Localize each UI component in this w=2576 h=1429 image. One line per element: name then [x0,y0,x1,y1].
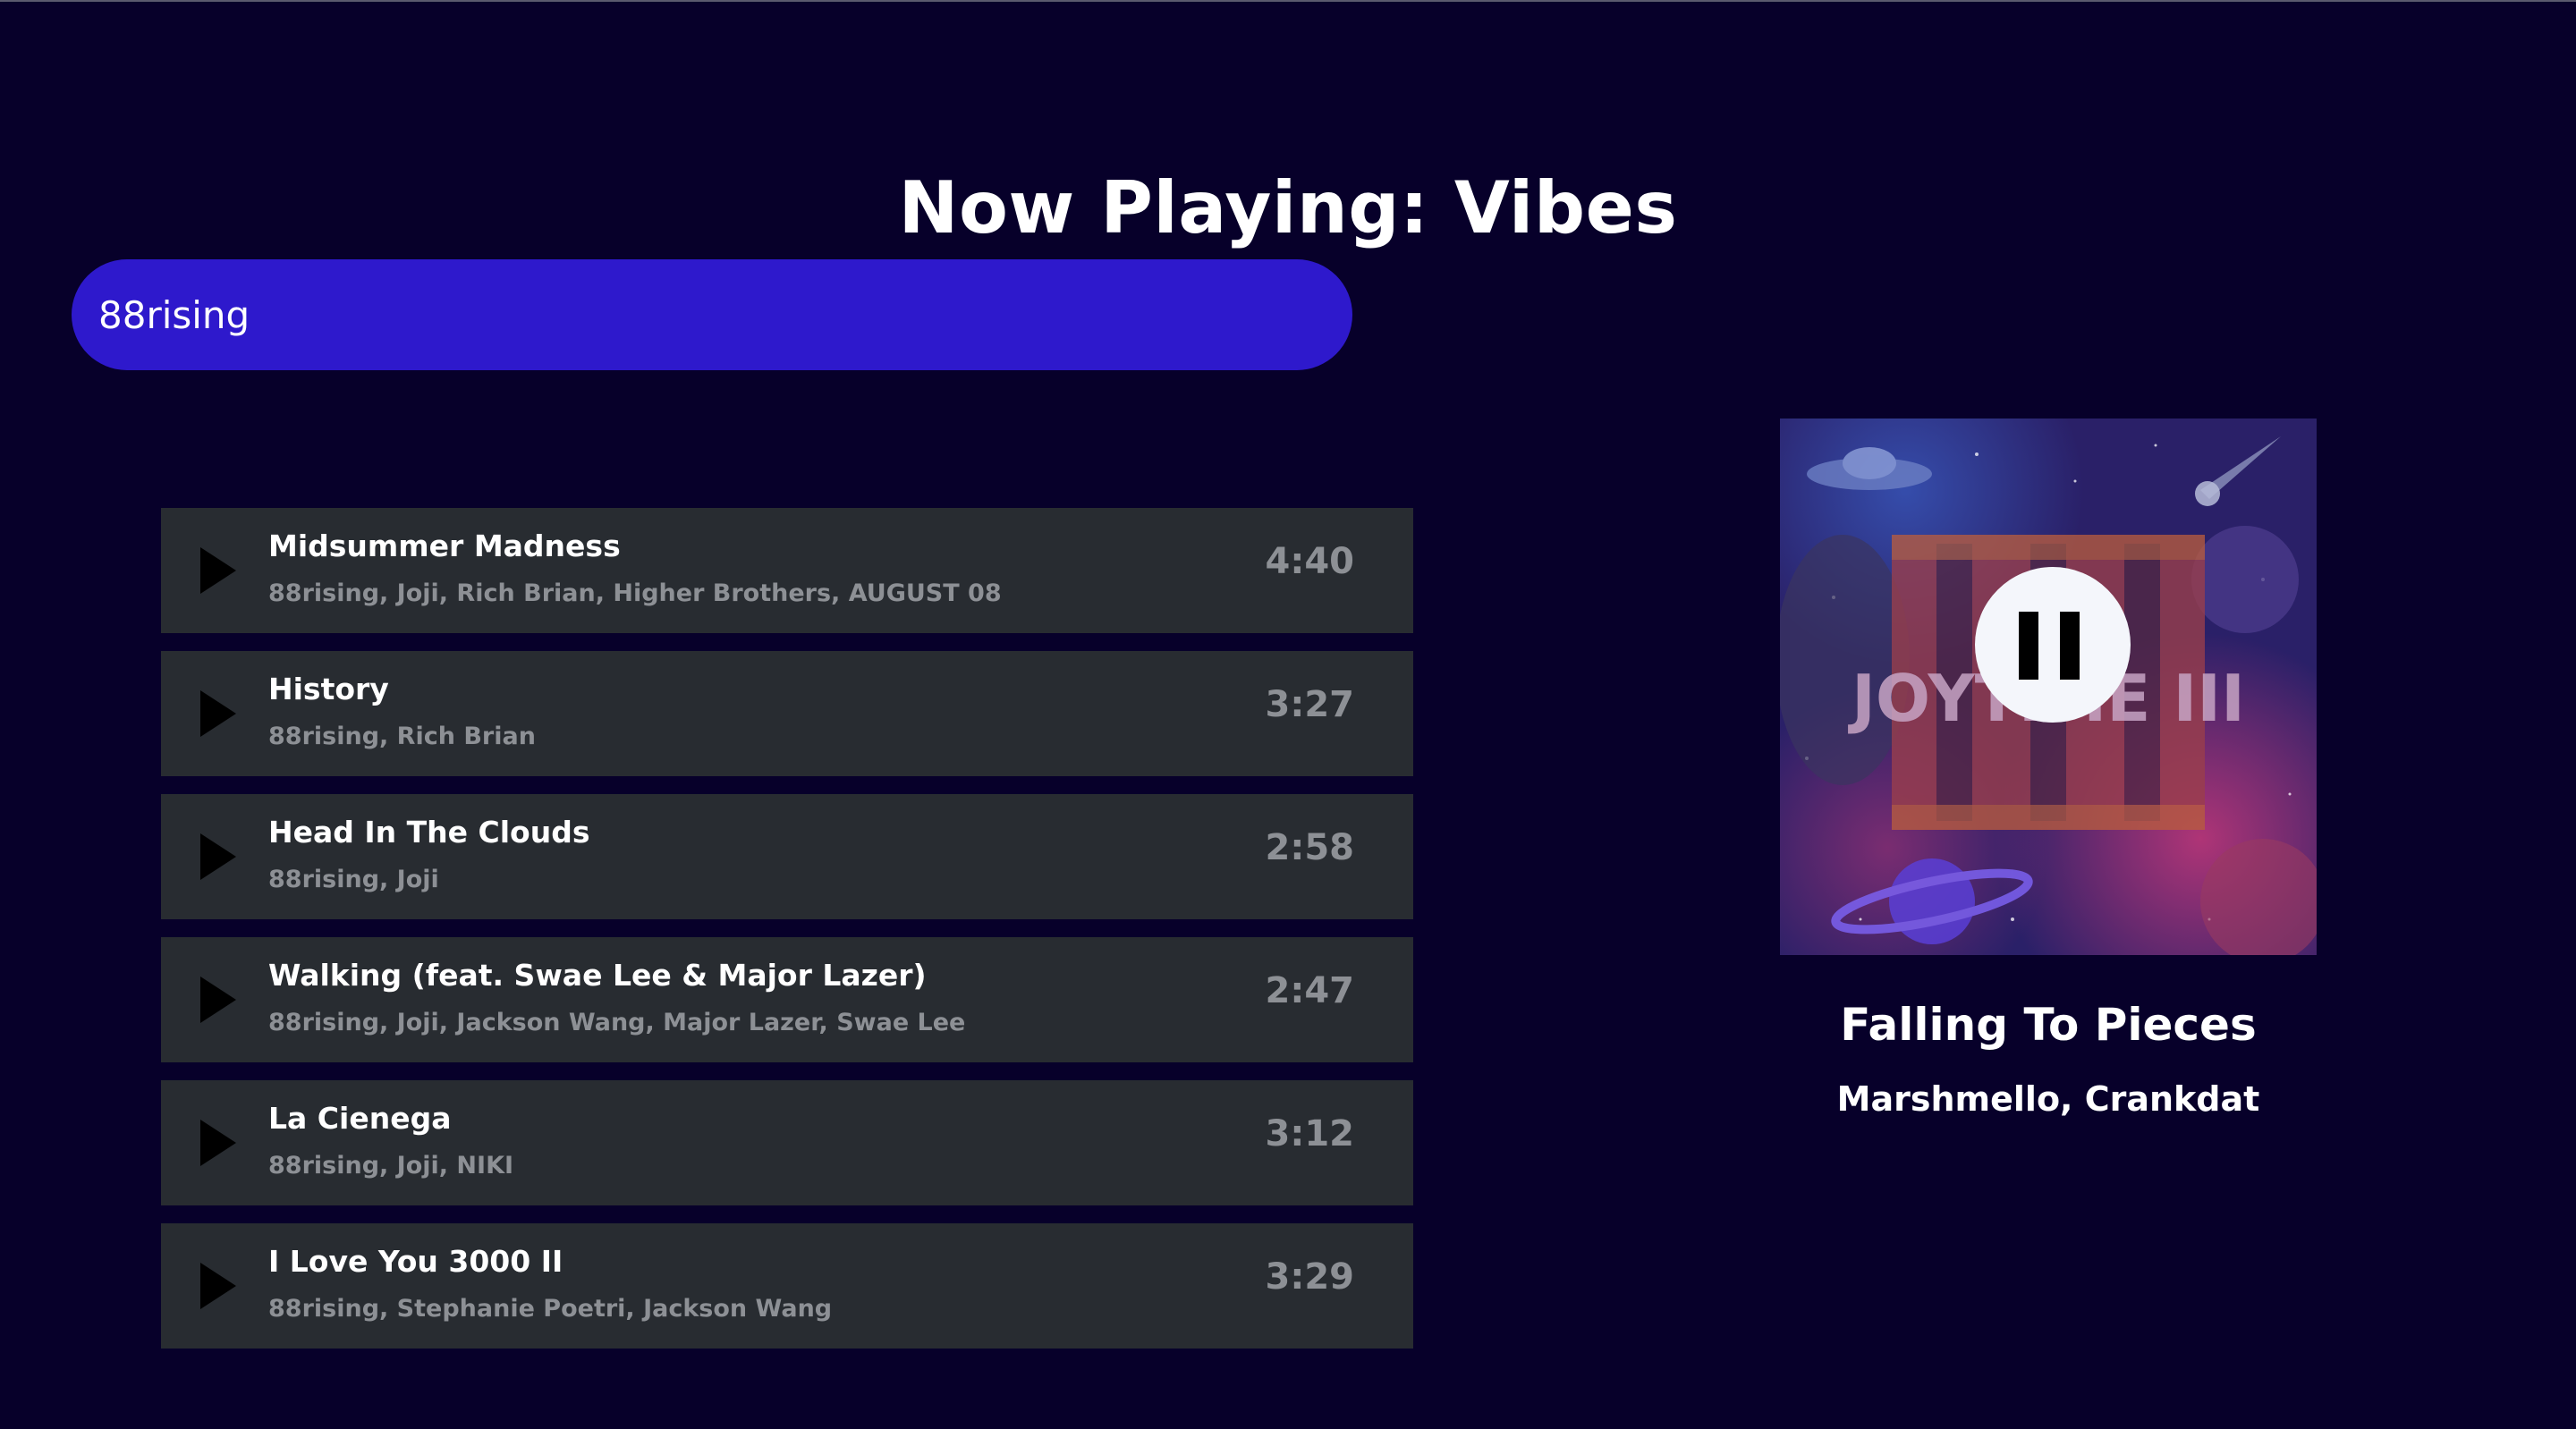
track-duration: 2:58 [1265,827,1355,868]
pause-icon [2019,612,2038,680]
search-bar[interactable] [72,259,1352,370]
track-title: Head In The Clouds [268,815,590,850]
track-list: Midsummer Madness 88rising, Joji, Rich B… [161,508,1413,1366]
track-title: Midsummer Madness [268,528,621,563]
now-playing-title: Falling To Pieces [1840,999,2257,1051]
track-row[interactable]: I Love You 3000 II 88rising, Stephanie P… [161,1223,1413,1349]
top-divider [0,0,2576,2]
play-icon[interactable] [200,547,236,594]
track-row[interactable]: Walking (feat. Swae Lee & Major Lazer) 8… [161,937,1413,1062]
track-artists: 88rising, Joji [268,866,439,893]
track-duration: 3:29 [1265,1256,1355,1298]
track-title: History [268,672,389,706]
track-title: Walking (feat. Swae Lee & Major Lazer) [268,958,927,993]
track-title: I Love You 3000 II [268,1244,564,1279]
now-playing-panel: JOYTIME III Falling To Pieces Marshmello… [1780,419,2317,1121]
play-icon[interactable] [200,1120,236,1166]
now-playing-artist: Marshmello, Crankdat [1836,1079,2260,1119]
track-row[interactable]: La Cienega 88rising, Joji, NIKI 3:12 [161,1080,1413,1205]
album-art: JOYTIME III [1780,419,2317,955]
track-artists: 88rising, Joji, NIKI [268,1152,514,1180]
track-duration: 2:47 [1265,970,1355,1011]
play-icon[interactable] [200,1263,236,1309]
track-artists: 88rising, Rich Brian [268,723,536,750]
track-title: La Cienega [268,1101,452,1136]
track-artists: 88rising, Stephanie Poetri, Jackson Wang [268,1295,833,1323]
pause-button[interactable] [1975,567,2131,723]
track-duration: 3:27 [1265,684,1355,725]
track-row[interactable]: Head In The Clouds 88rising, Joji 2:58 [161,794,1413,919]
search-input[interactable] [98,292,1326,337]
pause-icon [2060,612,2080,680]
play-icon[interactable] [200,690,236,737]
track-artists: 88rising, Joji, Jackson Wang, Major Laze… [268,1009,966,1036]
track-row[interactable]: History 88rising, Rich Brian 3:27 [161,651,1413,776]
track-duration: 3:12 [1265,1113,1355,1154]
track-artists: 88rising, Joji, Rich Brian, Higher Broth… [268,579,1002,607]
play-icon[interactable] [200,977,236,1023]
play-icon[interactable] [200,833,236,880]
track-row[interactable]: Midsummer Madness 88rising, Joji, Rich B… [161,508,1413,633]
track-duration: 4:40 [1265,541,1355,582]
page-title: Now Playing: Vibes [898,166,1678,249]
